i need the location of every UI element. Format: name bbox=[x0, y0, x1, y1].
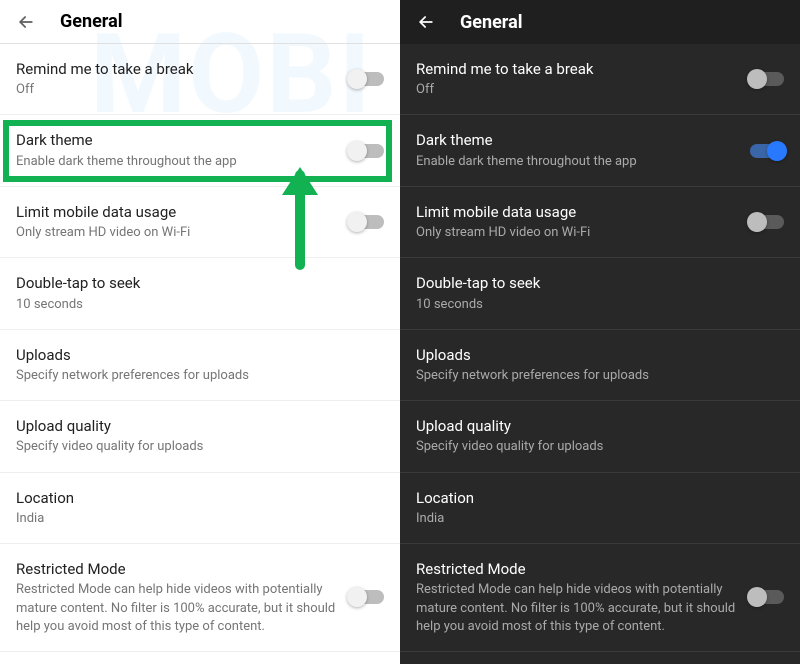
item-title: Limit mobile data usage bbox=[16, 202, 338, 222]
item-title: Dark theme bbox=[16, 130, 338, 150]
item-sub: Off bbox=[416, 81, 738, 99]
item-sub: Enable dark theme throughout the app bbox=[416, 153, 738, 171]
item-text: Uploads Specify network preferences for … bbox=[16, 345, 384, 385]
back-arrow-icon[interactable] bbox=[416, 12, 436, 32]
setting-restricted-mode[interactable]: Restricted Mode Restricted Mode can help… bbox=[0, 544, 400, 652]
item-sub: Specify network preferences for uploads bbox=[16, 367, 372, 385]
item-title: Upload quality bbox=[16, 416, 372, 436]
item-text: Double-tap to seek 10 seconds bbox=[16, 273, 384, 313]
item-sub: 10 seconds bbox=[16, 296, 372, 314]
item-sub: Enable dark theme throughout the app bbox=[16, 153, 338, 171]
toggle-limit-data[interactable] bbox=[750, 215, 784, 229]
item-text: Remind me to take a break Off bbox=[16, 59, 350, 99]
item-sub: Specify video quality for uploads bbox=[416, 438, 772, 456]
toggle-remind[interactable] bbox=[350, 72, 384, 86]
setting-remind-break[interactable]: Remind me to take a break Off bbox=[0, 44, 400, 115]
item-text: Uploads Specify network preferences for … bbox=[416, 345, 784, 385]
toggle-restricted[interactable] bbox=[350, 590, 384, 604]
item-title: Location bbox=[16, 488, 372, 508]
toggle-remind[interactable] bbox=[750, 72, 784, 86]
item-title: Upload quality bbox=[416, 416, 772, 436]
setting-restricted-mode[interactable]: Restricted Mode Restricted Mode can help… bbox=[400, 544, 800, 652]
item-text: Upload quality Specify video quality for… bbox=[16, 416, 384, 456]
setting-location[interactable]: Location India bbox=[0, 473, 400, 544]
item-sub: Restricted Mode can help hide videos wit… bbox=[416, 581, 738, 636]
item-sub: Specify network preferences for uploads bbox=[416, 367, 772, 385]
item-title: Uploads bbox=[16, 345, 372, 365]
item-sub: India bbox=[16, 510, 372, 528]
page-title: General bbox=[60, 11, 123, 32]
item-text: Location India bbox=[16, 488, 384, 528]
item-sub: Off bbox=[16, 81, 338, 99]
toggle-restricted[interactable] bbox=[750, 590, 784, 604]
dark-pane: General Remind me to take a break Off Da… bbox=[400, 0, 800, 664]
item-title: Location bbox=[416, 488, 772, 508]
setting-remind-break[interactable]: Remind me to take a break Off bbox=[400, 44, 800, 115]
header: General bbox=[0, 0, 400, 44]
item-title: Double-tap to seek bbox=[416, 273, 772, 293]
item-sub: Specify video quality for uploads bbox=[16, 438, 372, 456]
setting-double-tap[interactable]: Double-tap to seek 10 seconds bbox=[0, 258, 400, 329]
toggle-dark-theme[interactable] bbox=[750, 144, 784, 158]
light-pane: MOBI General Remind me to take a break O… bbox=[0, 0, 400, 664]
item-text: Restricted Mode Restricted Mode can help… bbox=[416, 559, 750, 636]
setting-dark-theme[interactable]: Dark theme Enable dark theme throughout … bbox=[400, 115, 800, 186]
item-title: Limit mobile data usage bbox=[416, 202, 738, 222]
item-title: Remind me to take a break bbox=[16, 59, 338, 79]
item-title: Restricted Mode bbox=[416, 559, 738, 579]
item-text: Remind me to take a break Off bbox=[416, 59, 750, 99]
item-title: Dark theme bbox=[416, 130, 738, 150]
setting-uploads[interactable]: Uploads Specify network preferences for … bbox=[0, 330, 400, 401]
setting-uploads[interactable]: Uploads Specify network preferences for … bbox=[400, 330, 800, 401]
item-sub: Only stream HD video on Wi-Fi bbox=[416, 224, 738, 242]
item-text: Location India bbox=[416, 488, 784, 528]
toggle-limit-data[interactable] bbox=[350, 215, 384, 229]
setting-limit-data[interactable]: Limit mobile data usage Only stream HD v… bbox=[400, 187, 800, 258]
item-text: Dark theme Enable dark theme throughout … bbox=[16, 130, 350, 170]
setting-dark-theme[interactable]: Dark theme Enable dark theme throughout … bbox=[0, 115, 400, 186]
item-sub: Restricted Mode can help hide videos wit… bbox=[16, 581, 338, 636]
setting-location[interactable]: Location India bbox=[400, 473, 800, 544]
item-title: Remind me to take a break bbox=[416, 59, 738, 79]
item-sub: India bbox=[416, 510, 772, 528]
item-text: Dark theme Enable dark theme throughout … bbox=[416, 130, 750, 170]
setting-upload-quality[interactable]: Upload quality Specify video quality for… bbox=[400, 401, 800, 472]
item-text: Restricted Mode Restricted Mode can help… bbox=[16, 559, 350, 636]
item-title: Double-tap to seek bbox=[16, 273, 372, 293]
item-text: Limit mobile data usage Only stream HD v… bbox=[16, 202, 350, 242]
toggle-dark-theme[interactable] bbox=[350, 144, 384, 158]
item-text: Upload quality Specify video quality for… bbox=[416, 416, 784, 456]
item-title: Restricted Mode bbox=[16, 559, 338, 579]
item-sub: 10 seconds bbox=[416, 296, 772, 314]
setting-limit-data[interactable]: Limit mobile data usage Only stream HD v… bbox=[0, 187, 400, 258]
page-title: General bbox=[460, 12, 523, 33]
back-arrow-icon[interactable] bbox=[16, 12, 36, 32]
item-text: Limit mobile data usage Only stream HD v… bbox=[416, 202, 750, 242]
item-title: Uploads bbox=[416, 345, 772, 365]
setting-upload-quality[interactable]: Upload quality Specify video quality for… bbox=[0, 401, 400, 472]
setting-double-tap[interactable]: Double-tap to seek 10 seconds bbox=[400, 258, 800, 329]
item-sub: Only stream HD video on Wi-Fi bbox=[16, 224, 338, 242]
header: General bbox=[400, 0, 800, 44]
item-text: Double-tap to seek 10 seconds bbox=[416, 273, 784, 313]
